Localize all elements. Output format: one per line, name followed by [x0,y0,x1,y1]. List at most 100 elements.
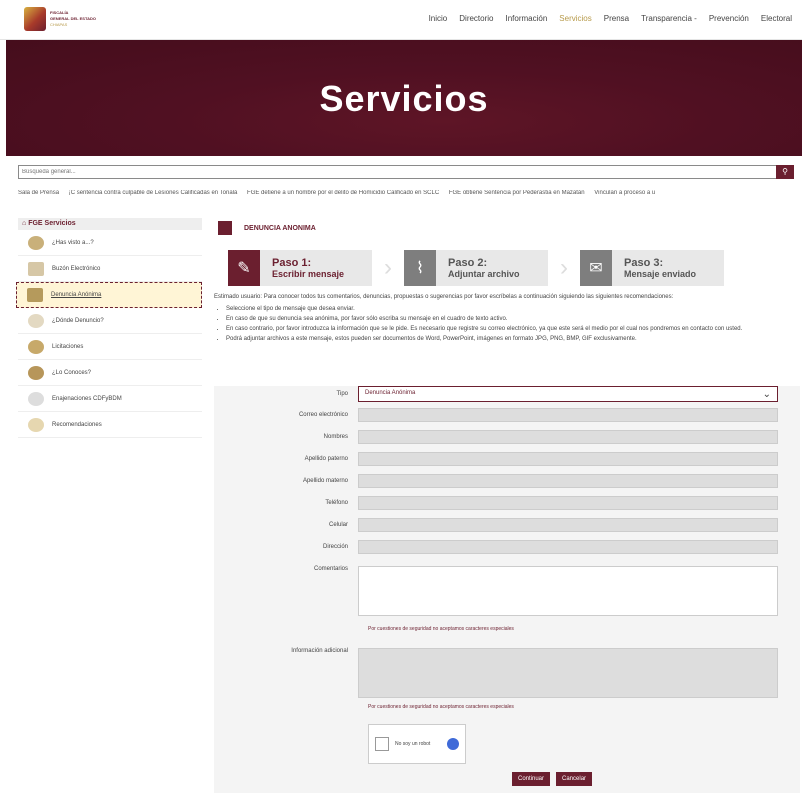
list-item: Seleccione el tipo de mensaje que desea … [226,306,798,312]
person-icon [28,235,44,250]
nav-transparencia[interactable]: Transparencia - [641,14,697,23]
sidebar-item-licitaciones[interactable]: Licitaciones [18,334,202,360]
intro-text: Estimado usuario: Para conocer todos tus… [214,294,674,300]
tipo-row: Tipo Denuncia Anónima ⌄ [214,386,800,402]
people-icon [28,365,44,380]
form-buttons: Continuar Cancelar [512,772,593,786]
services-sidebar: ⌂ FGE Servicios ¿Has visto a...? Buzón E… [16,218,202,454]
car-icon [28,391,44,406]
handshake-icon [28,339,44,354]
apellido-materno-label: Apellido materno [302,478,348,484]
info-row: Información adicional [214,648,800,698]
tipo-select[interactable]: Denuncia Anónima ⌄ [358,386,778,402]
document-icon [27,288,43,302]
section-title: DENUNCIA ANONIMA [244,224,316,232]
envelope-icon [218,221,232,235]
info-textarea[interactable] [358,648,778,698]
telefono-field[interactable] [358,496,778,510]
nombres-row: Nombres [214,430,800,444]
telefono-row: Teléfono [214,496,800,510]
chevron-down-icon: ⌄ [762,389,771,400]
sidebar-item-has-visto[interactable]: ¿Has visto a...? [18,230,202,256]
chevron-right-icon: › [384,254,392,281]
search-button[interactable]: ⚲ [776,165,794,179]
sidebar-item-donde-denuncio[interactable]: ¿Dónde Denuncio? [18,308,202,334]
paperclip-icon: ⌇ [404,250,436,286]
nav-servicios[interactable]: Servicios [559,14,591,23]
ticker-item[interactable]: FGE detiene a un hombre por el delito de… [247,190,439,196]
recaptcha-widget: No soy un robot [368,724,466,764]
apellido-paterno-field[interactable] [358,452,778,466]
ticker-item[interactable]: Vinculan a proceso a u [594,190,655,196]
steps-wizard: ✎ Paso 1: Escribir mensaje › ⌇ Paso 2: A… [228,250,800,286]
direccion-row: Dirección [214,540,800,554]
denuncia-form: Tipo Denuncia Anónima ⌄ Correo electróni… [214,386,800,793]
continuar-button[interactable]: Continuar [512,772,551,786]
main-content: DENUNCIA ANONIMA ✎ Paso 1: Escribir mens… [214,218,800,793]
celular-field[interactable] [358,518,778,532]
sidebar-title: ⌂ FGE Servicios [18,218,202,230]
step-2: ⌇ Paso 2: Adjuntar archivo [404,250,548,286]
nav-electoral[interactable]: Electoral [761,14,792,23]
thumbs-up-icon [28,417,44,432]
info-label: Información adicional [291,648,348,654]
logo-line-3: CHIAPAS [50,22,68,27]
page-title: Servicios [319,78,489,119]
nombres-field[interactable] [358,430,778,444]
list-item: En caso contrario, por favor introduzca … [226,326,798,332]
captcha-checkbox[interactable] [375,737,389,751]
step-3: ✉ Paso 3: Mensaje enviado [580,250,724,286]
main-nav: Inicio Directorio Información Servicios … [429,14,792,23]
celular-label: Celular [328,522,348,528]
state-seal-icon [24,7,46,31]
celular-row: Celular [214,518,800,532]
news-ticker: Sala de Prensa ¡C sentencia contra culpa… [18,190,802,196]
search-bar: ⚲ [18,165,794,179]
nav-informacion[interactable]: Información [506,14,548,23]
nombres-label: Nombres [323,434,348,440]
list-item: En caso de que su denuncia sea anónima, … [226,316,798,322]
fge-logo[interactable]: FISCALÍA GENERAL DEL ESTADO CHIAPAS [24,6,124,32]
send-icon: ✉ [580,250,612,286]
telefono-label: Teléfono [325,500,348,506]
envelope-icon [28,261,44,276]
security-hint: Por cuestiones de seguridad no aceptamos… [368,626,514,632]
direccion-label: Dirección [322,544,348,550]
denuncia-header: DENUNCIA ANONIMA [218,218,800,238]
sidebar-item-recomendaciones[interactable]: Recomendaciones [18,412,202,438]
sidebar-item-enajenaciones[interactable]: Enajenaciones CDFyBDM [18,386,202,412]
list-item: Podrá adjuntar archivos a este mensaje, … [226,336,798,342]
recaptcha-icon [447,738,459,750]
cancelar-button[interactable]: Cancelar [556,772,593,786]
security-hint: Por cuestiones de seguridad no aceptamos… [368,704,514,710]
pencil-icon: ✎ [228,250,260,286]
step-1: ✎ Paso 1: Escribir mensaje [228,250,372,286]
recommendations-list: Seleccione el tipo de mensaje que desea … [226,306,798,342]
nav-prevencion[interactable]: Prevención [709,14,749,23]
home-icon: ⌂ [22,220,27,227]
comentarios-textarea[interactable] [358,566,778,616]
nav-prensa[interactable]: Prensa [604,14,629,23]
search-icon: ⚲ [782,167,788,176]
apellido-paterno-row: Apellido paterno [214,452,800,466]
tipo-label: Tipo [336,391,348,397]
search-input[interactable] [19,166,759,178]
nav-directorio[interactable]: Directorio [459,14,493,23]
map-icon [28,313,44,328]
sidebar-item-denuncia-anonima[interactable]: Denuncia Anónima [16,282,202,308]
correo-row: Correo electrónico [214,408,800,422]
comentarios-row: Comentarios [214,566,800,616]
ticker-item[interactable]: FGE obtiene Sentencia por Pederastia en … [449,190,585,196]
ticker-item[interactable]: ¡C sentencia contra culpable de Lesiones… [69,190,238,196]
apellido-materno-field[interactable] [358,474,778,488]
sidebar-item-lo-conoces[interactable]: ¿Lo Conoces? [18,360,202,386]
apellido-materno-row: Apellido materno [214,474,800,488]
direccion-field[interactable] [358,540,778,554]
apellido-paterno-label: Apellido paterno [304,456,348,462]
sidebar-item-buzon[interactable]: Buzón Electrónico [18,256,202,282]
nav-inicio[interactable]: Inicio [429,14,448,23]
chevron-right-icon: › [560,254,568,281]
comentarios-label: Comentarios [313,566,348,572]
correo-field[interactable] [358,408,778,422]
ticker-item[interactable]: Sala de Prensa [18,190,59,196]
